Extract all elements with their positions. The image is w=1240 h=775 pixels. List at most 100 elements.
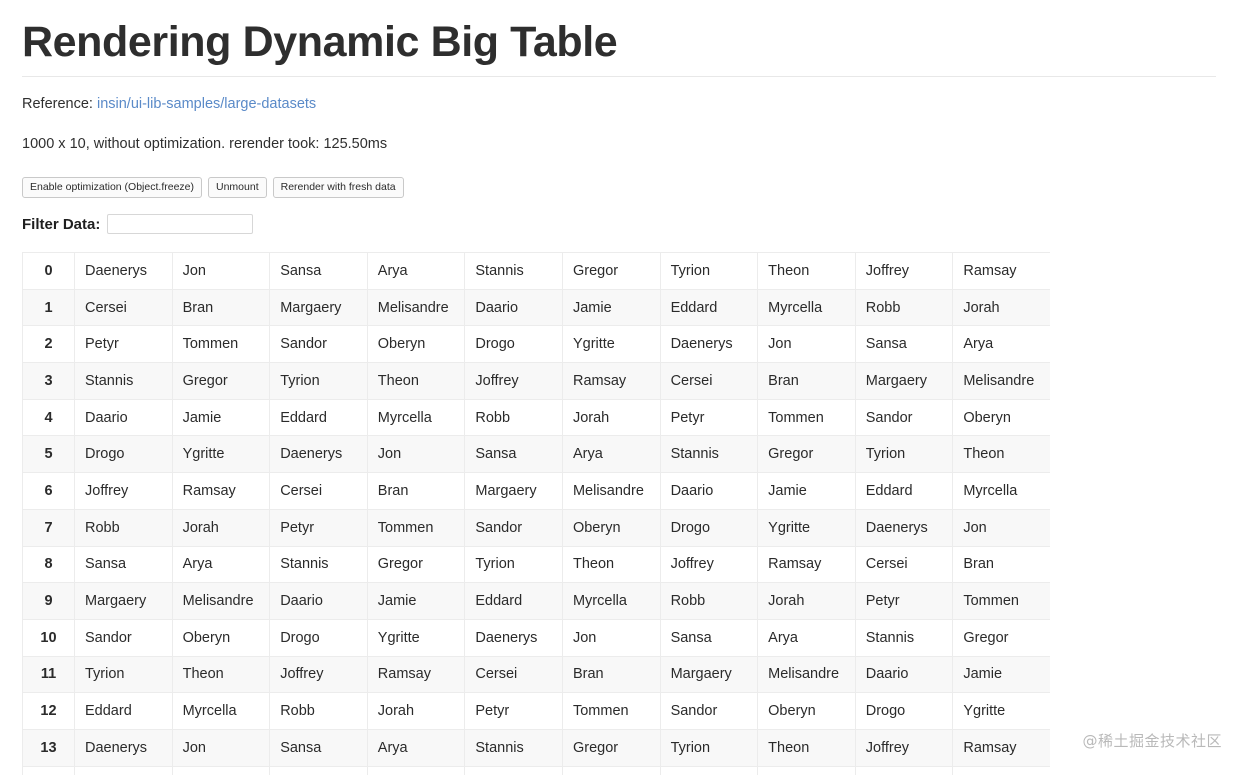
table-cell: Cersei — [464, 655, 563, 694]
table-cell: Sansa — [269, 252, 368, 290]
reference-link[interactable]: insin/ui-lib-samples/large-datasets — [97, 96, 316, 112]
table-cell: Joffrey — [854, 728, 954, 767]
table-cell: Arya — [952, 325, 1050, 364]
table-cell: Drogo — [464, 325, 563, 364]
table-row: 11 Tyrion Theon Joffrey Ramsay Cersei Bran Marg… — [22, 655, 1050, 694]
table-cell: Daario — [74, 398, 173, 437]
table-cell: Joffrey — [269, 655, 368, 694]
table-cell: Margaery — [269, 288, 368, 327]
table-cell: Tommen — [952, 582, 1050, 620]
row-index-cell: 9 — [22, 582, 75, 620]
table-cell: Daario — [659, 472, 759, 510]
table-cell: Jamie — [171, 398, 271, 437]
table-cell: Bran — [171, 765, 271, 775]
table-cell: Petyr — [659, 398, 759, 437]
table-cell: Sandor — [464, 508, 563, 547]
table-cell: Tommen — [171, 325, 271, 364]
table-cell: Petyr — [74, 325, 173, 364]
table-cell: Joffrey — [659, 545, 759, 584]
table-cell: Gregor — [561, 728, 661, 767]
table-row: 4 Daario Jamie Eddard Myrcella Robb Jorah Petyr… — [22, 398, 1050, 437]
table-cell: Ramsay — [366, 655, 466, 694]
unmount-button[interactable]: Unmount — [208, 177, 267, 198]
table-cell: Margaery — [269, 765, 368, 775]
table-cell: Tyrion — [74, 655, 173, 694]
table-cell: Jorah — [952, 765, 1050, 775]
table-row: 0 Daenerys Jon Sansa Arya Stannis Gregor Tyrion… — [22, 252, 1050, 290]
table-cell: Arya — [561, 435, 661, 474]
table-cell: Daario — [464, 288, 563, 327]
row-index-cell: 10 — [22, 618, 75, 657]
table-cell: Jon — [952, 508, 1050, 547]
table-cell: Eddard — [74, 692, 173, 730]
table-cell: Eddard — [854, 472, 954, 510]
table-cell: Jon — [366, 435, 466, 474]
table-cell: Jorah — [952, 288, 1050, 327]
title-divider — [22, 76, 1216, 77]
table-cell: Stannis — [269, 545, 368, 584]
table-cell: Eddard — [464, 582, 563, 620]
table-cell: Drogo — [854, 692, 954, 730]
table-cell: Robb — [74, 508, 173, 547]
table-cell: Sansa — [74, 545, 173, 584]
table-cell: Melisandre — [366, 765, 466, 775]
table-cell: Cersei — [74, 288, 173, 327]
table-cell: Cersei — [74, 765, 173, 775]
table-cell: Stannis — [659, 435, 759, 474]
table-cell: Oberyn — [171, 618, 271, 657]
table-cell: Tyrion — [269, 362, 368, 400]
table-cell: Ygritte — [561, 325, 661, 364]
table-cell: Myrcella — [757, 288, 856, 327]
table-cell: Sandor — [659, 692, 759, 730]
table-cell: Robb — [464, 398, 563, 437]
table-cell: Tommen — [366, 508, 466, 547]
table-cell: Theon — [561, 545, 661, 584]
table-cell: Jamie — [366, 582, 466, 620]
table-cell: Gregor — [561, 252, 661, 290]
table-row: 5 Drogo Ygritte Daenerys Jon Sansa Arya Stannis… — [22, 435, 1050, 474]
table-cell: Jamie — [952, 655, 1050, 694]
table-cell: Joffrey — [464, 362, 563, 400]
table-cell: Daario — [854, 655, 954, 694]
table-cell: Drogo — [659, 508, 759, 547]
reference-label: Reference: — [22, 96, 93, 112]
table-cell: Tommen — [561, 692, 661, 730]
table-cell: Myrcella — [952, 472, 1050, 510]
table-cell: Melisandre — [171, 582, 271, 620]
table-cell: Gregor — [366, 545, 466, 584]
table-cell: Stannis — [464, 728, 563, 767]
table-cell: Ygritte — [171, 435, 271, 474]
table-cell: Jamie — [561, 288, 661, 327]
table-cell: Stannis — [464, 252, 563, 290]
table-cell: Arya — [757, 618, 856, 657]
table-cell: Stannis — [74, 362, 173, 400]
table-cell: Joffrey — [74, 472, 173, 510]
row-index-cell: 6 — [22, 472, 75, 510]
table-cell: Tyrion — [464, 545, 563, 584]
table-cell: Oberyn — [757, 692, 856, 730]
table-cell: Eddard — [659, 765, 759, 775]
table-cell: Sansa — [269, 728, 368, 767]
data-table: 0 Daenerys Jon Sansa Arya Stannis Gregor Tyrion… — [22, 252, 1050, 775]
filter-input[interactable] — [107, 214, 254, 234]
table-cell: Melisandre — [561, 472, 661, 510]
table-scroll-container[interactable]: 0 Daenerys Jon Sansa Arya Stannis Gregor Tyrion… — [22, 252, 1050, 775]
row-index-cell: 14 — [22, 765, 75, 775]
row-index-cell: 1 — [22, 288, 75, 327]
table-cell: Cersei — [269, 472, 368, 510]
table-cell: Stannis — [854, 618, 954, 657]
table-cell: Myrcella — [561, 582, 661, 620]
table-cell: Cersei — [854, 545, 954, 584]
enable-optimization-button[interactable]: Enable optimization (Object.freeze) — [22, 177, 202, 198]
table-cell: Melisandre — [366, 288, 466, 327]
table-cell: Melisandre — [952, 362, 1050, 400]
rerender-fresh-data-button[interactable]: Rerender with fresh data — [272, 177, 404, 198]
table-cell: Jon — [561, 618, 661, 657]
table-cell: Daenerys — [854, 508, 954, 547]
table-cell: Jon — [171, 252, 271, 290]
table-cell: Gregor — [952, 618, 1050, 657]
table-cell: Jorah — [366, 692, 466, 730]
table-cell: Arya — [171, 545, 271, 584]
table-cell: Margaery — [659, 655, 759, 694]
table-cell: Sandor — [854, 398, 954, 437]
